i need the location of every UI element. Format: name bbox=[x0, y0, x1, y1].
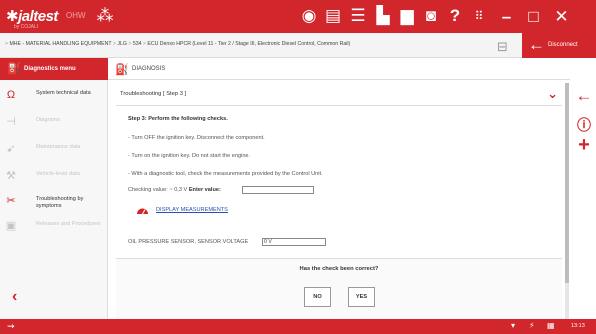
checking-value-row: Checking value: ~ 0,3 V Enter value: bbox=[128, 187, 221, 193]
diagnostics-icon: ⛽ bbox=[7, 63, 21, 75]
gauge-icon[interactable] bbox=[136, 206, 149, 215]
scrollbar[interactable] bbox=[565, 83, 569, 319]
breadcrumb-item[interactable]: 534 bbox=[133, 41, 142, 47]
logo-text: jaltest bbox=[18, 8, 58, 25]
checking-value: ~ 0,3 V bbox=[169, 187, 188, 193]
no-button[interactable]: NO bbox=[304, 287, 331, 307]
sidebar-item-label: Diagrams bbox=[36, 117, 60, 123]
bus-icon[interactable]: ▆ bbox=[396, 6, 418, 26]
breadcrumb-item[interactable]: MHE - MATERIAL HANDLING EQUIPMENT bbox=[9, 41, 111, 47]
add-icon[interactable]: + bbox=[574, 134, 594, 157]
grid-icon[interactable]: ⠿ bbox=[468, 6, 490, 26]
logo-tag: OHW bbox=[66, 11, 86, 20]
scrollbar-thumb[interactable] bbox=[565, 83, 569, 283]
clock-time: 13:13 bbox=[571, 323, 585, 329]
breadcrumb-item[interactable]: ECU Denso HPCR (Level 11 - Tier 2 / Stag… bbox=[147, 41, 350, 47]
calendar-icon[interactable]: ▦ bbox=[547, 321, 555, 330]
wrench-icon: ⚒ bbox=[6, 170, 16, 182]
yes-button[interactable]: YES bbox=[348, 287, 375, 307]
sensor-label: OIL PRESSURE SENSOR, SENSOR VOLTAGE bbox=[128, 239, 249, 245]
question-area: Has the check been correct? NO YES bbox=[116, 258, 562, 319]
breadcrumb: > MHE - MATERIAL HANDLING EQUIPMENT > JL… bbox=[5, 41, 350, 47]
diagnosis-icon: ⛽ bbox=[115, 64, 129, 76]
check-question: Has the check been correct? bbox=[299, 266, 379, 272]
breadcrumb-separator: > bbox=[112, 41, 116, 47]
breadcrumb-separator: > bbox=[142, 41, 146, 47]
sidebar-item-maintenance-data: ➹ Maintenance data bbox=[0, 137, 108, 163]
close-button[interactable]: ✕ bbox=[548, 0, 575, 33]
usb-icon: ⇝ bbox=[7, 321, 15, 331]
arrow-left-icon: ← bbox=[528, 35, 545, 54]
enter-value-label: Enter value: bbox=[188, 187, 221, 193]
sidebar-item-troubleshooting[interactable]: ✂ Troubleshooting by symptoms bbox=[0, 189, 108, 215]
sidebar-item-system-technical-data[interactable]: Ω System technical data bbox=[0, 83, 108, 109]
group-icon[interactable]: ⁂ bbox=[94, 6, 116, 26]
sidebar-title: Diagnostics menu bbox=[24, 66, 76, 72]
breadcrumb-separator: > bbox=[128, 41, 132, 47]
step-content: Step 3: Perform the following checks. - … bbox=[116, 108, 562, 253]
step-instruction-title: Step 3: Perform the following checks. bbox=[128, 116, 228, 122]
sensor-voltage-field[interactable]: 0 V bbox=[262, 238, 326, 246]
step-title: Troubleshooting [ Step 3 ] bbox=[120, 91, 187, 97]
sidebar-item-vehicle-level-data: ⚒ Vehicle-level data bbox=[0, 164, 108, 190]
jaltest-logo: ✱jaltest bbox=[6, 8, 58, 25]
page-title: DIAGNOSIS bbox=[132, 66, 166, 72]
minimize-button[interactable]: – bbox=[493, 0, 520, 33]
troubleshoot-icon: ✂ bbox=[6, 195, 16, 207]
diagram-icon: ⊣ bbox=[6, 116, 16, 128]
help-icon[interactable]: ? bbox=[444, 6, 466, 26]
enter-value-input[interactable] bbox=[242, 186, 314, 194]
camera-icon[interactable]: ◙ bbox=[420, 6, 442, 26]
list-icon[interactable]: ☰ bbox=[347, 6, 369, 26]
breadcrumb-bar: > MHE - MATERIAL HANDLING EQUIPMENT > JL… bbox=[0, 33, 596, 58]
checking-value-label: Checking value: bbox=[128, 187, 168, 193]
sidebar-back-button[interactable]: ‹ bbox=[12, 288, 17, 306]
sidebar-item-label: System technical data bbox=[36, 90, 91, 96]
sidebar-item-label: Releases and Procedures bbox=[36, 221, 101, 227]
instruction-line: - With a diagnostic tool, check the meas… bbox=[128, 171, 323, 177]
maximize-button[interactable]: □ bbox=[520, 0, 547, 33]
sidebar-item-releases: ▣ Releases and Procedures bbox=[0, 214, 108, 240]
instruction-line: - Turn on the ignition key. Do not start… bbox=[128, 153, 251, 159]
sidebar-header: ⛽ Diagnostics menu bbox=[0, 58, 108, 80]
breadcrumb-item[interactable]: JLG bbox=[117, 41, 127, 47]
top-bar: ✱jaltest by COJALI OHW ⁂ ◉ ▤ ☰ ▙ ▆ ◙ ? ⠿… bbox=[0, 0, 596, 33]
disconnect-button[interactable]: ← Disconnect bbox=[522, 33, 596, 58]
status-bar: ⇝ ▾ ⚡ ▦ 13:13 bbox=[0, 319, 596, 334]
document-icon[interactable]: ▤ bbox=[322, 6, 344, 26]
sidebar-item-label: Vehicle-level data bbox=[36, 171, 80, 177]
fold-icon[interactable]: ⊟ bbox=[497, 39, 513, 54]
globe-icon[interactable]: ◉ bbox=[298, 6, 320, 26]
sidebar: ⛽ Diagnostics menu Ω System technical da… bbox=[0, 58, 108, 319]
chevron-down-icon[interactable]: ⌄ bbox=[547, 86, 558, 102]
instruction-line: - Turn OFF the ignition key. Disconnect … bbox=[128, 135, 265, 141]
sidebar-item-diagrams: ⊣ Diagrams bbox=[0, 110, 108, 136]
sidebar-item-label: Maintenance data bbox=[36, 144, 81, 150]
battery-icon: ⚡ bbox=[529, 321, 535, 330]
troubleshooting-header[interactable]: Troubleshooting [ Step 3 ] ⌄ bbox=[116, 82, 562, 106]
wifi-icon: ▾ bbox=[511, 321, 516, 330]
sidebar-item-label: Troubleshooting by symptoms bbox=[36, 196, 84, 209]
disconnect-label: Disconnect bbox=[548, 42, 578, 48]
maintenance-icon: ➹ bbox=[6, 143, 16, 155]
print-icon[interactable]: ▙ bbox=[372, 6, 394, 26]
procedures-icon: ▣ bbox=[5, 220, 17, 232]
breadcrumb-separator: > bbox=[5, 41, 9, 47]
display-measurements-link[interactable]: DISPLAY MEASUREMENTS bbox=[156, 207, 228, 213]
back-arrow-icon[interactable]: ← bbox=[574, 86, 594, 106]
info-icon[interactable]: ⓘ bbox=[574, 115, 594, 135]
main-panel: ⛽ DIAGNOSIS Troubleshooting [ Step 3 ] ⌄… bbox=[108, 58, 570, 319]
main-header: ⛽ DIAGNOSIS bbox=[108, 58, 570, 80]
magnet-icon: Ω bbox=[6, 89, 16, 101]
logo-sub: by COJALI bbox=[14, 24, 39, 30]
